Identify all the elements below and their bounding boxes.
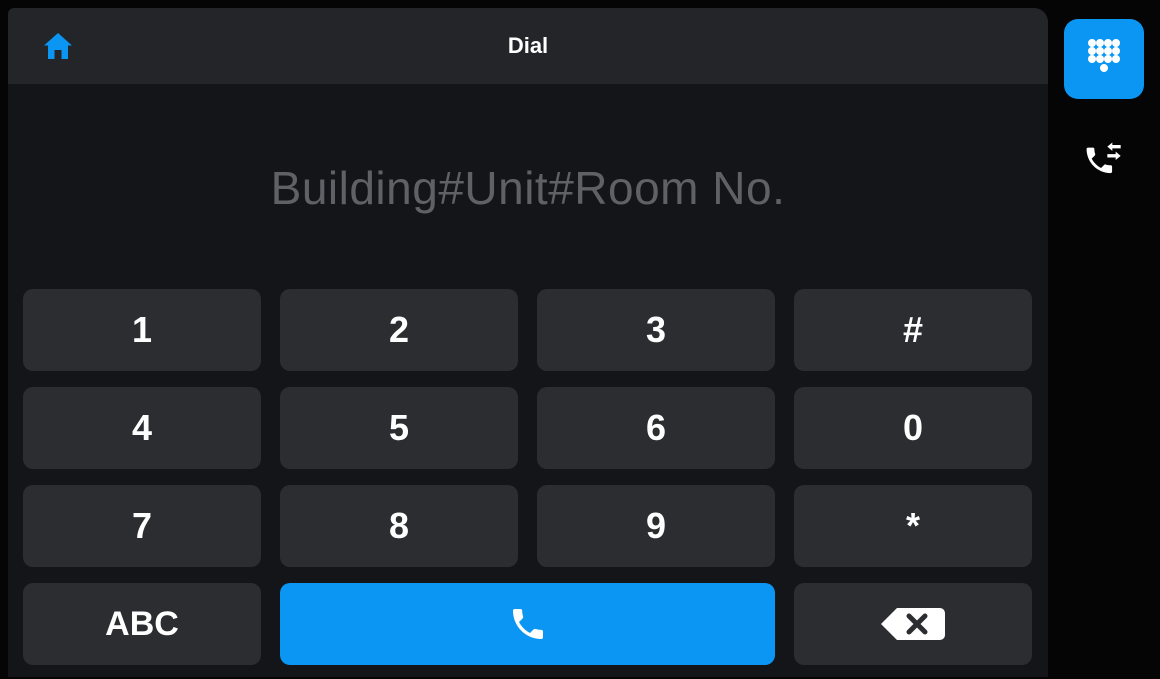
call-log-icon — [1086, 142, 1121, 174]
key-6[interactable]: 6 — [537, 387, 775, 469]
key-7[interactable]: 7 — [23, 485, 261, 567]
dialpad-icon — [1088, 39, 1120, 72]
dial-number-display[interactable]: Building#Unit#Room No. — [8, 148, 1048, 228]
sidebar-item-call-history[interactable] — [1064, 120, 1144, 200]
key-3[interactable]: 3 — [537, 289, 775, 371]
sidebar — [1050, 0, 1160, 679]
home-button[interactable] — [38, 26, 78, 66]
abc-button[interactable]: ABC — [23, 583, 261, 665]
key-hash[interactable]: # — [794, 289, 1032, 371]
key-star[interactable]: * — [794, 485, 1032, 567]
key-9[interactable]: 9 — [537, 485, 775, 567]
sidebar-item-dialpad[interactable] — [1064, 19, 1144, 99]
backspace-button[interactable] — [794, 583, 1032, 665]
key-1[interactable]: 1 — [23, 289, 261, 371]
backspace-icon — [881, 608, 945, 640]
key-5[interactable]: 5 — [280, 387, 518, 469]
home-icon — [44, 33, 72, 59]
page-title: Dial — [507, 33, 549, 58]
key-8[interactable]: 8 — [280, 485, 518, 567]
keypad: 1 2 3 # 4 5 6 0 7 8 9 * ABC — [23, 289, 1033, 665]
key-2[interactable]: 2 — [280, 289, 518, 371]
key-0[interactable]: 0 — [794, 387, 1032, 469]
phone-icon — [512, 609, 543, 639]
top-bar: Dial — [8, 8, 1048, 84]
call-button[interactable] — [280, 583, 775, 665]
key-4[interactable]: 4 — [23, 387, 261, 469]
dial-screen: Dial Building#Unit#Room No. 1 2 3 # 4 5 … — [8, 8, 1048, 677]
